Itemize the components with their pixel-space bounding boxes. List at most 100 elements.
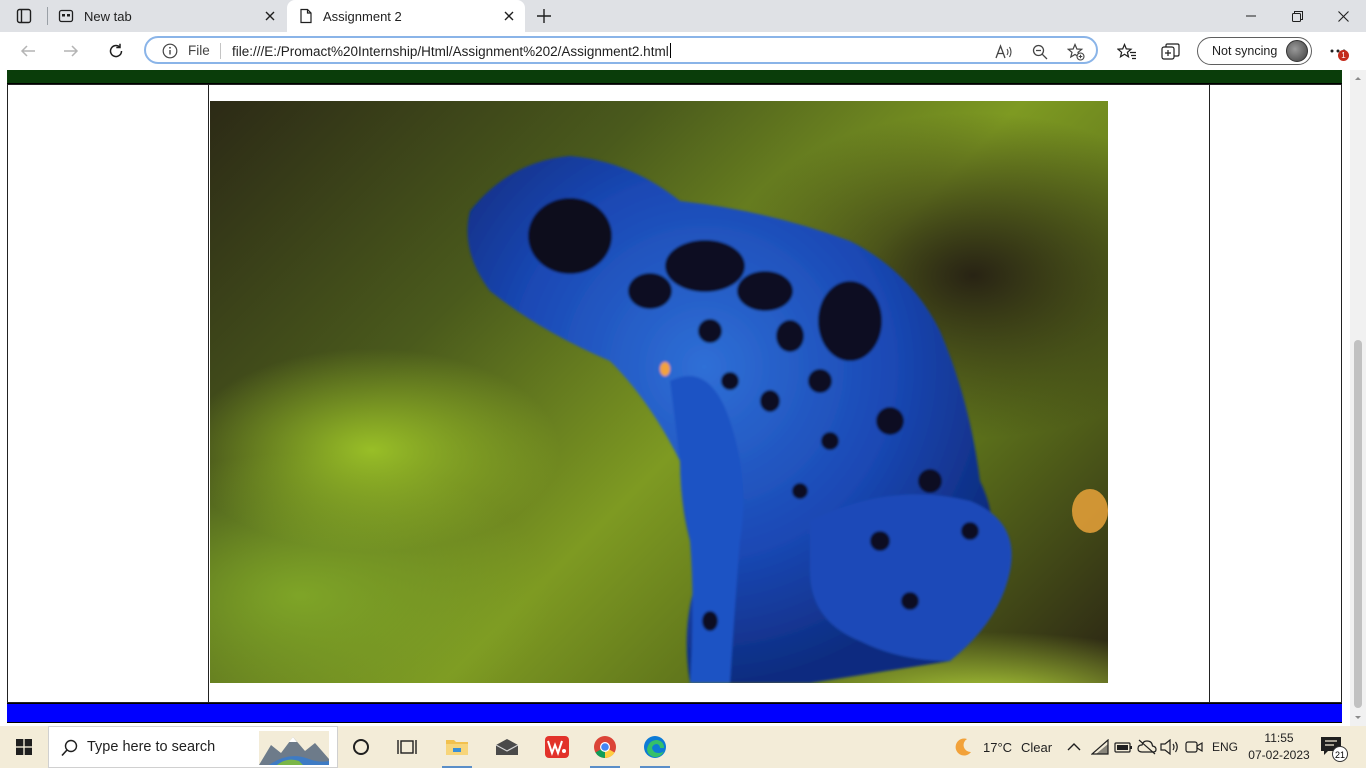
cloud-off-icon [1137,739,1157,755]
show-hidden-icons-button[interactable] [1064,737,1084,757]
star-add-icon [1067,43,1085,61]
battery-button[interactable] [1113,737,1133,757]
forward-button[interactable] [57,37,85,65]
weather-condition[interactable]: Clear [1021,726,1052,768]
collections-button[interactable] [1160,41,1182,63]
minimize-button[interactable] [1228,0,1274,32]
document-icon [300,8,312,24]
sync-profile-button[interactable]: Not syncing [1197,37,1312,65]
new-tab-button[interactable] [532,4,556,28]
wps-office-icon [545,736,569,758]
address-url[interactable]: file:///E:/Promact%20Internship/Html/Ass… [232,43,671,59]
file-explorer-button[interactable] [434,726,480,768]
back-arrow-icon [20,45,35,57]
add-favorite-button[interactable] [1066,42,1086,62]
content-table [7,84,1342,703]
back-button[interactable] [14,37,42,65]
close-icon [1337,10,1349,22]
refresh-button[interactable] [102,37,130,65]
wifi-icon [1091,739,1109,755]
battery-plug-icon [1114,742,1132,753]
taskbar-search-box[interactable]: Type here to search [48,726,338,768]
favorites-button[interactable] [1116,41,1138,63]
blue-frog-image [467,156,1108,683]
chevron-up-icon [1067,743,1081,751]
tab-assignment-2[interactable]: Assignment 2 [287,0,525,32]
tab-new-tab[interactable]: New tab [48,0,286,32]
cortana-button[interactable] [338,726,384,768]
zoom-out-button[interactable] [1030,42,1050,62]
collections-icon [1161,43,1180,60]
input-language[interactable]: ENG [1212,726,1238,768]
action-center-button[interactable]: 21 [1320,736,1348,762]
close-icon [265,11,275,21]
page-header-band [7,70,1342,84]
volume-button[interactable] [1160,737,1180,757]
speaker-icon [1160,739,1178,755]
chrome-icon [594,736,616,758]
mail-envelope-icon [495,739,519,755]
close-tab-button[interactable] [262,8,278,24]
task-view-button[interactable] [384,726,430,768]
scroll-down-arrow-icon[interactable] [1350,712,1366,724]
info-icon[interactable] [162,43,178,59]
task-view-icon [397,740,417,754]
weather-temperature[interactable]: 17°C [983,726,1012,768]
tab-label: New tab [84,8,132,24]
tab-label: Assignment 2 [323,8,402,24]
avatar [1286,40,1308,62]
favorites-icon [1117,43,1136,60]
meet-now-button[interactable] [1184,737,1204,757]
weather-moon-icon[interactable] [952,737,974,757]
search-icon [61,739,78,757]
chrome-button[interactable] [582,726,628,768]
address-separator [220,43,221,59]
notification-count-badge: 21 [1332,746,1348,762]
frog-photo [210,101,1108,683]
browser-toolbar: File file:///E:/Promact%20Internship/Htm… [0,32,1366,70]
close-tab-button[interactable] [501,8,517,24]
scrollbar-thumb[interactable] [1354,340,1362,708]
moon-icon [955,738,971,756]
page-footer-band [7,703,1342,723]
clock-time: 11:55 [1264,731,1294,745]
camera-icon [1185,741,1203,753]
refresh-icon [109,43,123,58]
right-cell [1209,85,1341,702]
address-scheme-label: File [188,43,210,58]
restore-icon [1291,10,1303,22]
sync-status-label: Not syncing [1212,44,1278,58]
restore-button[interactable] [1274,0,1320,32]
notification-badge: 1 [1338,50,1349,61]
address-bar[interactable]: File file:///E:/Promact%20Internship/Htm… [144,36,1098,64]
search-highlight-illustration-icon [259,731,329,765]
cloud-status-button[interactable] [1137,737,1157,757]
settings-more-button[interactable]: 1 [1324,37,1352,65]
read-aloud-icon [995,44,1012,59]
edge-icon [644,736,666,758]
windows-logo-icon [16,739,32,755]
close-window-button[interactable] [1320,0,1366,32]
wps-office-button[interactable] [534,726,580,768]
page-scrollbar[interactable] [1350,70,1366,726]
left-cell [8,85,209,702]
start-button[interactable] [0,726,48,768]
clock-date: 07-02-2023 [1248,748,1310,762]
network-button[interactable] [1090,737,1110,757]
minimize-icon [1246,15,1256,17]
plus-icon [537,9,551,23]
tab-actions-button[interactable] [8,4,40,28]
close-icon [504,11,514,21]
search-placeholder: Type here to search [87,739,216,755]
mail-button[interactable] [484,726,530,768]
scroll-up-arrow-icon[interactable] [1350,72,1366,84]
forward-arrow-icon [64,45,79,57]
clock[interactable]: 11:55 07-02-2023 [1244,730,1314,764]
new-tab-page-icon [58,9,74,23]
read-aloud-button[interactable] [994,42,1014,62]
edge-button[interactable] [632,726,678,768]
tab-strip: New tab Assignment 2 [0,0,1366,32]
taskbar: Type here to search 17°C Clear ENG 11:55… [0,726,1366,768]
cortana-circle-icon [353,739,369,755]
zoom-out-icon [1032,44,1048,60]
